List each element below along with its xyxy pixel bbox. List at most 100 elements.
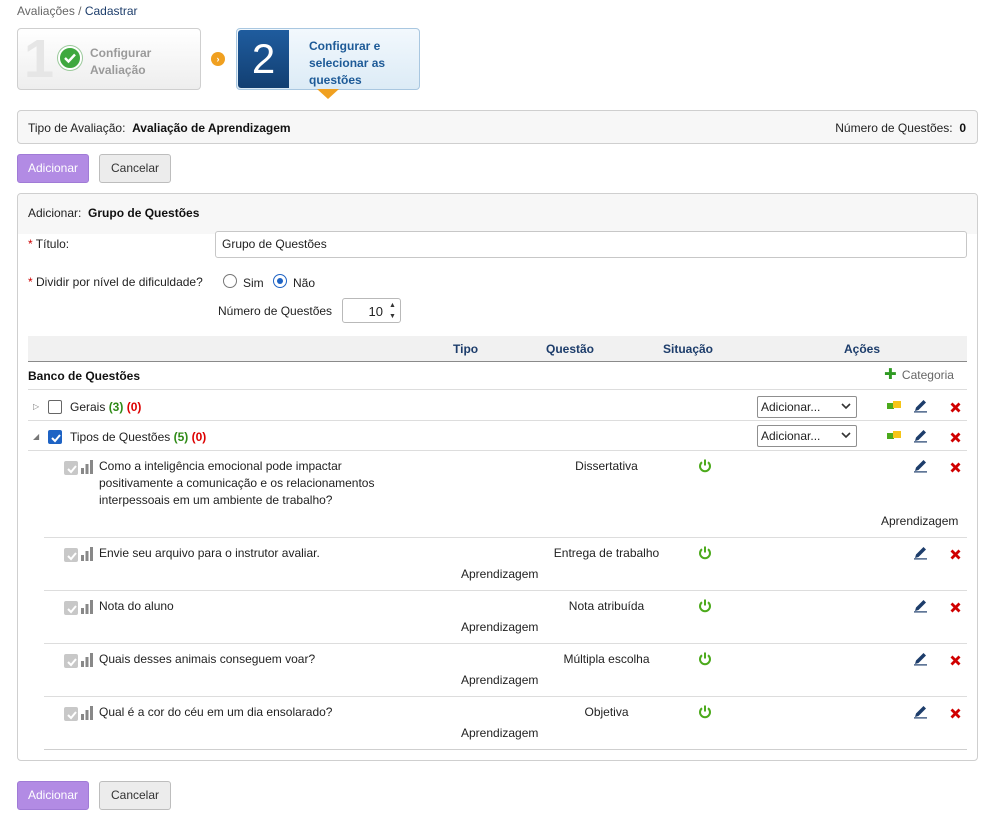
group-checkbox-gerais[interactable]	[48, 400, 62, 414]
expand-triangle-icon[interactable]: ▷	[33, 402, 39, 411]
radio-nao[interactable]	[273, 274, 287, 288]
divide-difficulty-label: * Dividir por nível de dificuldade?	[28, 275, 203, 289]
divider	[28, 420, 967, 421]
cancel-button-bottom[interactable]: Cancelar	[99, 781, 171, 810]
wizard-step-1[interactable]: 1 Configurar Avaliação	[17, 28, 201, 90]
num-questions-stepper[interactable]: 10 ▲ ▼	[342, 298, 401, 323]
list-item: Quais desses animais conseguem voar? Múl…	[44, 643, 967, 696]
delete-icon[interactable]	[950, 708, 961, 722]
question-bank-label: Banco de Questões	[28, 369, 141, 383]
breadcrumb: Avaliações / Cadastrar	[17, 4, 138, 18]
add-button-bottom[interactable]: Adicionar	[17, 781, 89, 810]
group-add-select-gerais[interactable]: Adicionar...	[757, 396, 857, 418]
delete-icon[interactable]	[950, 432, 961, 446]
power-icon[interactable]	[698, 546, 712, 563]
num-questions-stepper-value: 10	[368, 304, 383, 319]
check-icon	[58, 46, 82, 70]
step-1-label: Configurar Avaliação	[90, 46, 152, 77]
add-button-top[interactable]: Adicionar	[17, 154, 89, 183]
col-questao: Questão	[546, 342, 595, 356]
title-field-label: * Título:	[28, 237, 70, 251]
assessment-info-bar: Tipo de Avaliação: Avaliação de Aprendiz…	[17, 110, 978, 144]
question-category: Aprendizagem	[881, 514, 959, 528]
num-questions-label: Número de Questões:	[835, 121, 953, 135]
list-item: Envie seu arquivo para o instrutor avali…	[44, 537, 967, 590]
panel-header: Adicionar: Grupo de Questões	[18, 194, 977, 234]
difficulty-bars-icon	[81, 705, 93, 723]
num-questions-field-label: Número de Questões	[218, 304, 333, 318]
question-type: Dissertativa	[575, 459, 638, 473]
add-category-button[interactable]: ✚ Categoria	[884, 366, 954, 383]
pencil-icon[interactable]	[913, 651, 928, 669]
panel-head-label: Adicionar:	[28, 206, 82, 220]
tipo-label: Tipo de Avaliação:	[28, 121, 126, 135]
list-item: Como a inteligência emocional pode impac…	[44, 450, 967, 537]
pencil-icon[interactable]	[913, 458, 928, 476]
question-category: Aprendizagem	[461, 620, 539, 634]
list-item: Qual é a cor do céu em um dia ensolarado…	[44, 696, 967, 749]
question-category: Aprendizagem	[461, 726, 539, 740]
title-input[interactable]: Grupo de Questões	[215, 231, 967, 258]
question-type: Entrega de trabalho	[553, 546, 660, 560]
question-type: Nota atribuída	[568, 599, 645, 613]
power-icon[interactable]	[698, 652, 712, 669]
collapse-triangle-icon[interactable]: ◢	[33, 432, 39, 441]
tipo-value: Avaliação de Aprendizagem	[132, 121, 291, 135]
difficulty-bars-icon	[81, 546, 93, 564]
question-text: Nota do aluno	[99, 599, 174, 613]
delete-icon[interactable]	[950, 549, 961, 563]
question-checkbox	[64, 548, 78, 562]
col-acoes: Ações	[844, 342, 881, 356]
cancel-button-top[interactable]: Cancelar	[99, 154, 171, 183]
power-icon[interactable]	[698, 459, 712, 476]
power-icon[interactable]	[698, 599, 712, 616]
question-checkbox	[64, 461, 78, 475]
breadcrumb-parent[interactable]: Avaliações	[17, 4, 75, 18]
group-label-tipos: Tipos de Questões (5) (0)	[70, 430, 207, 444]
radio-sim-label: Sim	[243, 276, 264, 290]
question-type: Múltipla escolha	[563, 652, 650, 666]
step-2-label: Configurar e selecionar as questões	[309, 39, 386, 87]
categories-icon[interactable]	[886, 399, 902, 416]
group-checkbox-tipos[interactable]	[48, 430, 62, 444]
col-situacao: Situação	[663, 342, 714, 356]
pencil-icon[interactable]	[913, 428, 928, 446]
delete-icon[interactable]	[950, 402, 961, 416]
difficulty-bars-icon	[81, 652, 93, 670]
delete-icon[interactable]	[950, 462, 961, 476]
question-category: Aprendizagem	[461, 567, 539, 581]
panel-head-value: Grupo de Questões	[88, 206, 200, 220]
col-tipo: Tipo	[453, 342, 479, 356]
stepper-up-icon[interactable]: ▲	[386, 300, 399, 311]
breadcrumb-current: Cadastrar	[84, 4, 138, 18]
pencil-icon[interactable]	[913, 598, 928, 616]
pencil-icon[interactable]	[913, 704, 928, 722]
add-category-label: Categoria	[901, 368, 954, 382]
delete-icon[interactable]	[950, 602, 961, 616]
question-type: Objetiva	[584, 705, 629, 719]
delete-icon[interactable]	[950, 655, 961, 669]
list-item: Nota do aluno Nota atribuída Aprendizage…	[44, 590, 967, 643]
difficulty-bars-icon	[81, 599, 93, 617]
wizard-step-2[interactable]: 2 Configurar e selecionar as questões	[236, 28, 420, 99]
question-text: Envie seu arquivo para o instrutor avali…	[99, 546, 320, 560]
stepper-down-icon[interactable]: ▼	[386, 311, 399, 322]
radio-nao-label: Não	[293, 276, 316, 290]
pencil-icon[interactable]	[913, 545, 928, 563]
question-checkbox	[64, 654, 78, 668]
pencil-icon[interactable]	[913, 398, 928, 416]
power-icon[interactable]	[698, 705, 712, 722]
step-2-number: 2	[238, 30, 289, 88]
step-1-number: 1	[24, 29, 55, 89]
question-category: Aprendizagem	[461, 673, 539, 687]
question-checkbox	[64, 707, 78, 721]
categories-icon[interactable]	[886, 429, 902, 446]
plus-icon: ✚	[884, 366, 897, 383]
question-text: Como a inteligência emocional pode impac…	[99, 459, 375, 507]
group-label-gerais: Gerais (3) (0)	[70, 400, 142, 414]
difficulty-bars-icon	[81, 459, 93, 477]
question-checkbox	[64, 601, 78, 615]
radio-sim[interactable]	[223, 274, 237, 288]
table-header: Tipo Questão Situação Ações	[28, 336, 967, 362]
group-add-select-tipos[interactable]: Adicionar...	[757, 425, 857, 447]
